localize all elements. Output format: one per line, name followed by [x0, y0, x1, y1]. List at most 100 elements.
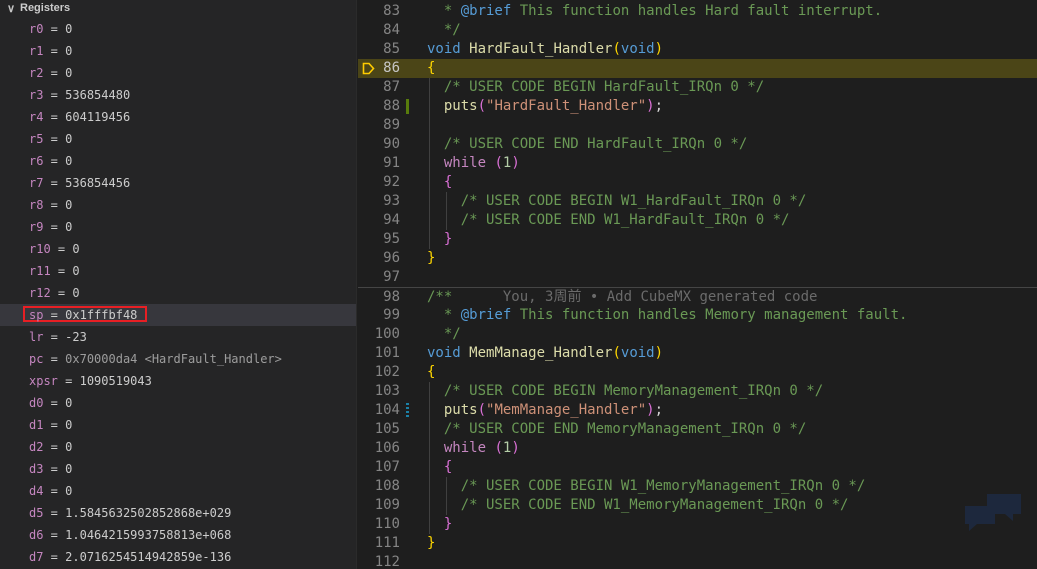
register-row-d6[interactable]: d6 = 1.0464215993758813e+068: [0, 524, 356, 546]
register-row-sp[interactable]: sp = 0x1fffbf48: [0, 304, 356, 326]
code-token: /* USER CODE END W1_HardFault_IRQn 0 */: [427, 212, 790, 228]
code-token: ;: [654, 402, 664, 418]
code-line[interactable]: 104 puts("MemManage_Handler");: [358, 401, 1037, 420]
code-text: }: [427, 249, 435, 268]
register-name: d5: [29, 506, 44, 520]
code-line[interactable]: 86{: [358, 59, 1037, 78]
register-row-r1[interactable]: r1 = 0: [0, 40, 356, 62]
register-value: 0: [72, 264, 80, 278]
register-value: 2.0716254514942859e-136: [65, 550, 232, 564]
register-row-r5[interactable]: r5 = 0: [0, 128, 356, 150]
code-text: * @brief This function handles Memory ma…: [427, 306, 908, 325]
code-token: (: [612, 41, 621, 57]
code-line[interactable]: 106 while (1): [358, 439, 1037, 458]
register-row-r7[interactable]: r7 = 536854456: [0, 172, 356, 194]
code-token: ): [511, 440, 520, 456]
register-row-xpsr[interactable]: xpsr = 1090519043: [0, 370, 356, 392]
register-row-d1[interactable]: d1 = 0: [0, 414, 356, 436]
line-number: 103: [374, 383, 400, 399]
code-token: /* USER CODE BEGIN W1_MemoryManagement_I…: [427, 478, 866, 494]
code-line[interactable]: 93 /* USER CODE BEGIN W1_HardFault_IRQn …: [358, 192, 1037, 211]
register-row-r11[interactable]: r11 = 0: [0, 260, 356, 282]
line-number: 101: [374, 345, 400, 361]
code-text: void HardFault_Handler(void): [427, 40, 663, 59]
code-token: "HardFault_Handler": [486, 98, 647, 114]
code-line[interactable]: 111}: [358, 534, 1037, 553]
code-token: /* USER CODE END HardFault_IRQn 0 */: [427, 136, 748, 152]
code-line[interactable]: 98 /** You, 3周前 • Add CubeMX generated co…: [358, 287, 1037, 307]
register-value: 0x70000da4 <HardFault_Handler>: [65, 352, 282, 366]
code-line[interactable]: 112: [358, 553, 1037, 569]
code-line[interactable]: 109 /* USER CODE END W1_MemoryManagement…: [358, 496, 1037, 515]
code-line[interactable]: 103 /* USER CODE BEGIN MemoryManagement_…: [358, 382, 1037, 401]
line-number: 92: [383, 174, 400, 190]
register-row-r2[interactable]: r2 = 0: [0, 62, 356, 84]
register-row-d5[interactable]: d5 = 1.5845632502852868e+029: [0, 502, 356, 524]
code-line[interactable]: 99 * @brief This function handles Memory…: [358, 306, 1037, 325]
register-row-d4[interactable]: d4 = 0: [0, 480, 356, 502]
line-number: 108: [374, 478, 400, 494]
code-line[interactable]: 110 }: [358, 515, 1037, 534]
register-row-r4[interactable]: r4 = 604119456: [0, 106, 356, 128]
code-line[interactable]: 83 * @brief This function handles Hard f…: [358, 2, 1037, 21]
register-value: -23: [65, 330, 87, 344]
code-token: */: [427, 22, 461, 38]
indent-guide: [446, 477, 447, 515]
register-row-r9[interactable]: r9 = 0: [0, 216, 356, 238]
code-token: /* USER CODE BEGIN HardFault_IRQn 0 */: [427, 79, 765, 95]
register-row-d2[interactable]: d2 = 0: [0, 436, 356, 458]
register-name: d1: [29, 418, 44, 432]
section-title: Registers: [20, 2, 71, 14]
code-token: (: [494, 440, 503, 456]
register-row-lr[interactable]: lr = -23: [0, 326, 356, 348]
register-row-d3[interactable]: d3 = 0: [0, 458, 356, 480]
code-token: puts: [443, 402, 478, 418]
code-line[interactable]: 92 {: [358, 173, 1037, 192]
code-text: void MemManage_Handler(void): [427, 344, 663, 363]
register-name: r3: [29, 88, 44, 102]
code-token: {: [427, 364, 436, 380]
registers-section-header[interactable]: ∨ Registers: [0, 0, 356, 16]
debug-pointer-icon[interactable]: [362, 62, 375, 75]
register-row-r3[interactable]: r3 = 536854480: [0, 84, 356, 106]
register-row-r8[interactable]: r8 = 0: [0, 194, 356, 216]
code-line[interactable]: 94 /* USER CODE END W1_HardFault_IRQn 0 …: [358, 211, 1037, 230]
code-line[interactable]: 100 */: [358, 325, 1037, 344]
code-line[interactable]: 96}: [358, 249, 1037, 268]
chevron-down-icon[interactable]: ∨: [4, 2, 18, 15]
register-row-r12[interactable]: r12 = 0: [0, 282, 356, 304]
code-line[interactable]: 87 /* USER CODE BEGIN HardFault_IRQn 0 *…: [358, 78, 1037, 97]
code-line[interactable]: 84 */: [358, 21, 1037, 40]
register-row-r6[interactable]: r6 = 0: [0, 150, 356, 172]
register-name: r2: [29, 66, 44, 80]
code-token: ): [646, 402, 655, 418]
code-line[interactable]: 108 /* USER CODE BEGIN W1_MemoryManageme…: [358, 477, 1037, 496]
code-text: {: [427, 173, 452, 192]
register-row-pc[interactable]: pc = 0x70000da4 <HardFault_Handler>: [0, 348, 356, 370]
code-text: /* USER CODE END HardFault_IRQn 0 */: [427, 135, 747, 154]
code-text: {: [427, 59, 435, 78]
code-line[interactable]: 105 /* USER CODE END MemoryManagement_IR…: [358, 420, 1037, 439]
code-line[interactable]: 102 {: [358, 363, 1037, 382]
line-number: 106: [374, 440, 400, 456]
code-line[interactable]: 97: [358, 268, 1037, 287]
code-line[interactable]: 89: [358, 116, 1037, 135]
register-row-d7[interactable]: d7 = 2.0716254514942859e-136: [0, 546, 356, 568]
code-line[interactable]: 90 /* USER CODE END HardFault_IRQn 0 */: [358, 135, 1037, 154]
code-line[interactable]: 85 void HardFault_Handler(void): [358, 40, 1037, 59]
code-token: (: [494, 155, 503, 171]
code-line[interactable]: 107 {: [358, 458, 1037, 477]
code-line[interactable]: 101 void MemManage_Handler(void): [358, 344, 1037, 363]
register-row-r10[interactable]: r10 = 0: [0, 238, 356, 260]
register-name: r1: [29, 44, 44, 58]
code-line[interactable]: 95 }: [358, 230, 1037, 249]
code-token: void: [427, 345, 461, 361]
line-number: 100: [374, 326, 400, 342]
code-text: {: [427, 363, 435, 382]
code-line[interactable]: 88 puts("HardFault_Handler");: [358, 97, 1037, 116]
code-editor[interactable]: 83 * @brief This function handles Hard f…: [358, 0, 1037, 569]
code-token: This function handles Memory management …: [511, 307, 908, 323]
register-row-d0[interactable]: d0 = 0: [0, 392, 356, 414]
register-row-r0[interactable]: r0 = 0: [0, 18, 356, 40]
code-line[interactable]: 91 while (1): [358, 154, 1037, 173]
